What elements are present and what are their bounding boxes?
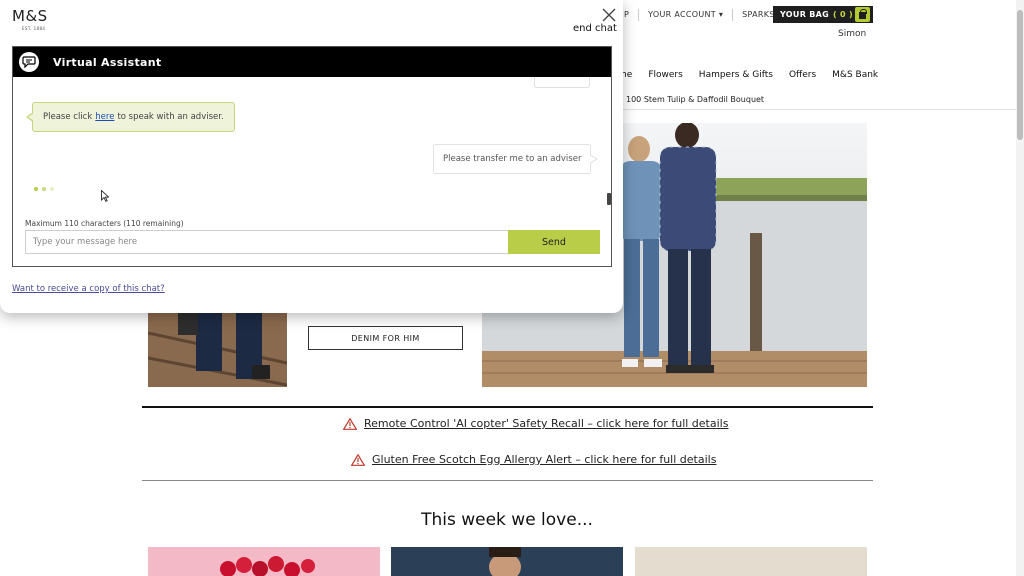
roses-graphic (220, 556, 315, 576)
nav-item-ms-bank[interactable]: M&S Bank (832, 70, 878, 80)
signed-in-user-name: Simon (838, 29, 867, 39)
nav-divider (615, 109, 1024, 110)
chat-scrollbar-thumb[interactable] (607, 193, 611, 205)
ms-logo-established: EST. 1884 (22, 26, 46, 31)
chat-window: M&S EST. 1884 end chat Virtual Assistant… (0, 0, 623, 313)
email-chat-copy-link[interactable]: Want to receive a copy of this chat? (12, 284, 165, 294)
typing-dot (42, 187, 46, 191)
speak-to-adviser-link[interactable]: here (95, 112, 114, 122)
your-account-menu[interactable]: YOUR ACCOUNT ▾ (639, 8, 734, 21)
nav-item-offers[interactable]: Offers (789, 70, 816, 80)
ms-logo: M&S (12, 7, 48, 25)
bag-label: YOUR BAG (780, 10, 830, 19)
page-scrollbar[interactable] (1016, 0, 1024, 576)
chat-bubble-icon (19, 52, 39, 72)
main-navigation: me Flowers Hampers & Gifts Offers M&S Ba… (618, 70, 894, 80)
caret-down-icon: ▾ (718, 9, 724, 19)
mouse-cursor-icon (101, 190, 109, 202)
send-button[interactable]: Send (508, 230, 600, 254)
chat-message-input[interactable] (25, 230, 509, 254)
safety-recall-link[interactable]: Remote Control 'AI copter' Safety Recall… (364, 417, 728, 430)
product-thumb-roses[interactable] (148, 547, 380, 576)
nav-item-flowers[interactable]: Flowers (648, 70, 682, 80)
previous-message-bubble (534, 77, 590, 88)
safety-recall-alert[interactable]: Remote Control 'AI copter' Safety Recall… (343, 417, 728, 430)
alerts-divider-top (142, 406, 873, 408)
alerts-divider-bottom (142, 480, 873, 481)
virtual-assistant-title: Virtual Assistant (53, 55, 162, 69)
allergy-alert-link[interactable]: Gluten Free Scotch Egg Allergy Alert – c… (372, 453, 716, 466)
denim-for-him-button[interactable]: DENIM FOR HIM (308, 326, 463, 350)
user-message-text: Please transfer me to an adviser (443, 154, 582, 164)
typing-dot (34, 187, 38, 191)
bag-count: ( 0 ) (833, 10, 853, 19)
typing-indicator (34, 187, 58, 191)
allergy-alert[interactable]: Gluten Free Scotch Egg Allergy Alert – c… (351, 453, 716, 466)
product-thumb-man[interactable] (391, 547, 623, 576)
end-chat-button[interactable]: end chat (573, 23, 617, 34)
warning-triangle-icon (343, 417, 357, 430)
close-icon[interactable] (601, 7, 617, 23)
chat-transcript[interactable]: Please click here to speak with an advis… (13, 77, 611, 207)
user-message-bubble: Please transfer me to an adviser (433, 144, 599, 174)
virtual-assistant-panel: Virtual Assistant Please click here to s… (12, 46, 612, 267)
bot-message-text-before: Please click (43, 112, 93, 122)
product-thumb-neutral[interactable] (635, 547, 867, 576)
bot-message-bubble: Please click here to speak with an advis… (26, 102, 235, 132)
warning-triangle-icon (351, 453, 365, 466)
shopping-bag-icon (855, 7, 870, 22)
promo-subnav-link[interactable]: 100 Stem Tulip & Daffodil Bouquet (626, 95, 764, 104)
page-scrollbar-thumb[interactable] (1017, 10, 1023, 140)
denim-photo-graphic (148, 313, 287, 387)
your-bag-button[interactable]: YOUR BAG ( 0 ) (773, 6, 873, 23)
virtual-assistant-header: Virtual Assistant (13, 47, 611, 77)
typing-dot (50, 187, 54, 191)
this-week-heading: This week we love... (421, 510, 593, 530)
nav-item-hampers-gifts[interactable]: Hampers & Gifts (699, 70, 773, 80)
top-utility-bar: P YOUR ACCOUNT ▾ SPARKS (615, 6, 784, 23)
man-portrait-graphic (489, 547, 521, 576)
your-account-label: YOUR ACCOUNT (648, 9, 716, 19)
character-limit-text: Maximum 110 characters (110 remaining) (25, 219, 184, 228)
bot-message-text-after: to speak with an adviser. (117, 112, 224, 122)
hero-image-denim-man[interactable] (148, 313, 287, 387)
